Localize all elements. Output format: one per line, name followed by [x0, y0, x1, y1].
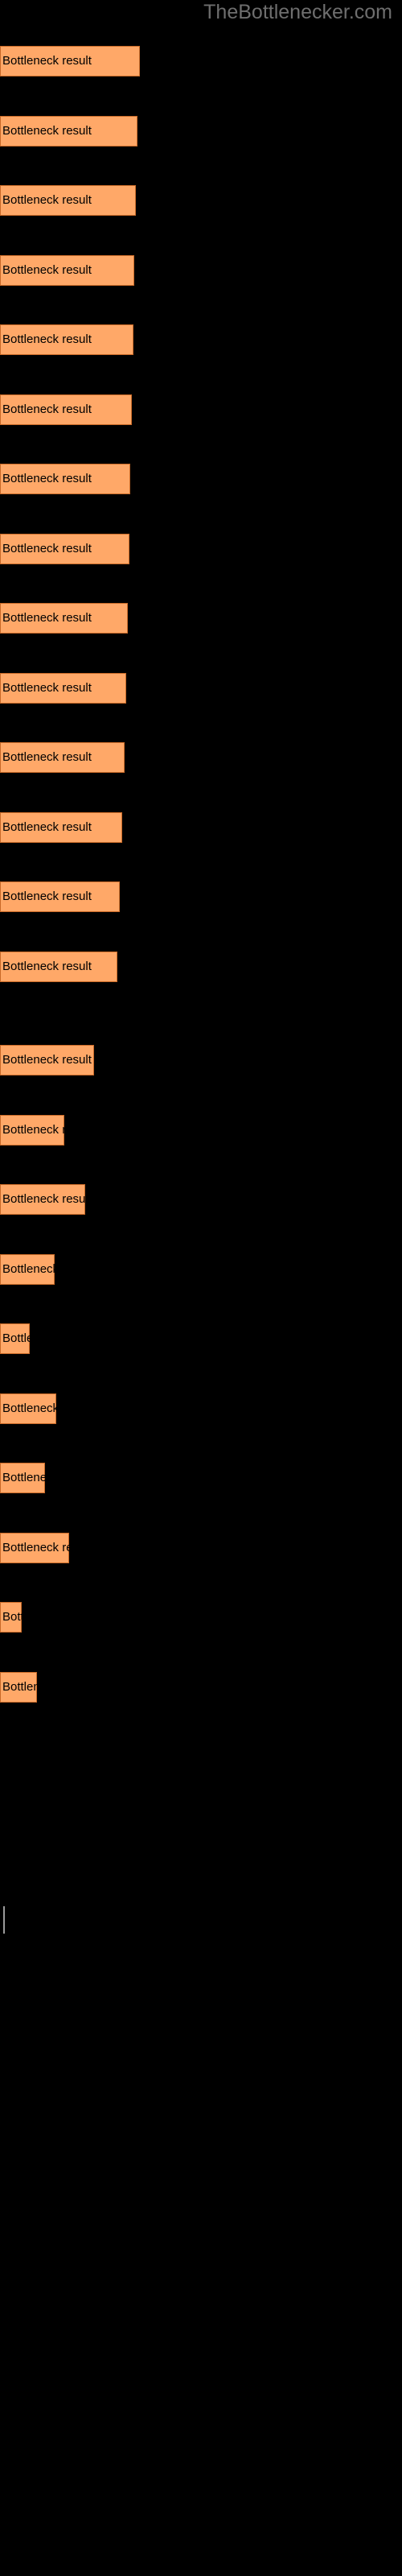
bar-label: Bottleneck result: [2, 124, 92, 138]
bar-label-clip: Bottleneck result: [0, 394, 132, 425]
bar-label-clip: Bottleneck result: [0, 812, 122, 843]
bar-label: Bottleneck result: [2, 890, 92, 903]
bar-label: Bottleneck result: [2, 681, 92, 695]
bar-label: Bottleneck result: [2, 960, 92, 973]
bar-label-clip: Bottleneck result: [0, 255, 134, 286]
bar-row[interactable]: Bottleneck result: [0, 1254, 55, 1285]
bar-label-clip: Bottleneck result: [0, 1323, 30, 1354]
bar-label: Bottleneck result: [2, 1680, 37, 1694]
bar-label-clip: Bottleneck result: [0, 1045, 94, 1075]
bar-label: Bottleneck result: [2, 1471, 45, 1484]
page-title: TheBottlenecker.com: [203, 1, 392, 23]
bar-label: Bottleneck result: [2, 820, 92, 834]
bar-label: Bottleneck result: [2, 54, 92, 68]
bar-row[interactable]: Bottleneck result: [0, 952, 117, 982]
bar-label: Bottleneck result: [2, 611, 92, 625]
bar-label-clip: Bottleneck result: [0, 1254, 55, 1285]
bar-label: Bottleneck result: [2, 332, 92, 346]
bar-label: Bottleneck result: [2, 472, 92, 485]
bar-label-clip: Bottleneck result: [0, 1533, 69, 1563]
bar-row[interactable]: Bottleneck result: [0, 116, 137, 147]
bar-row[interactable]: Bottleneck result: [0, 1533, 69, 1563]
bar-label: Bottleneck result: [2, 1123, 64, 1137]
bar-row[interactable]: Bottleneck result: [0, 1393, 56, 1424]
bar-row[interactable]: Bottleneck result: [0, 742, 125, 773]
bar-label-clip: Bottleneck result: [0, 46, 140, 76]
bar-label-clip: Bottleneck result: [0, 324, 133, 355]
bar-label-clip: Bottleneck result: [0, 1115, 64, 1146]
bar-label: Bottleneck result: [2, 1541, 69, 1554]
bar-label: Bottleneck result: [2, 1610, 22, 1624]
bar-label: Bottleneck result: [2, 1402, 56, 1415]
bar-label-clip: Bottleneck result: [0, 742, 125, 773]
bar-label-clip: Bottleneck result: [0, 1602, 22, 1633]
bar-label: Bottleneck result: [2, 1192, 85, 1206]
bar-row[interactable]: Bottleneck result: [0, 812, 122, 843]
bar-label: Bottleneck result: [2, 1053, 92, 1067]
bar-row[interactable]: Bottleneck result: [0, 185, 136, 216]
bar-row[interactable]: Bottleneck result: [0, 1672, 37, 1703]
bar-row[interactable]: Bottleneck result: [0, 1323, 30, 1354]
axis-tick-mark: [3, 1906, 5, 1934]
bar-label: Bottleneck result: [2, 402, 92, 416]
bar-row[interactable]: Bottleneck result: [0, 534, 129, 564]
bar-row[interactable]: Bottleneck result: [0, 394, 132, 425]
bar-label: Bottleneck result: [2, 542, 92, 555]
bar-row[interactable]: Bottleneck result: [0, 1184, 85, 1215]
bar-label-clip: Bottleneck result: [0, 603, 128, 634]
bar-row[interactable]: Bottleneck result: [0, 46, 140, 76]
bar-label: Bottleneck result: [2, 1262, 55, 1276]
bar-row[interactable]: Bottleneck result: [0, 1463, 45, 1493]
bar-label: Bottleneck result: [2, 1331, 30, 1345]
bar-row[interactable]: Bottleneck result: [0, 324, 133, 355]
bar-label-clip: Bottleneck result: [0, 673, 126, 704]
bar-label-clip: Bottleneck result: [0, 534, 129, 564]
bar-label-clip: Bottleneck result: [0, 952, 117, 982]
bar-row[interactable]: Bottleneck result: [0, 1602, 22, 1633]
bar-label-clip: Bottleneck result: [0, 464, 130, 494]
bar-label-clip: Bottleneck result: [0, 1184, 85, 1215]
bar-label-clip: Bottleneck result: [0, 1393, 56, 1424]
bar-row[interactable]: Bottleneck result: [0, 1045, 94, 1075]
bar-label-clip: Bottleneck result: [0, 1672, 37, 1703]
bar-row[interactable]: Bottleneck result: [0, 255, 134, 286]
bar-label-clip: Bottleneck result: [0, 185, 136, 216]
bar-label-clip: Bottleneck result: [0, 881, 120, 912]
bar-label-clip: Bottleneck result: [0, 116, 137, 147]
bar-row[interactable]: Bottleneck result: [0, 603, 128, 634]
bar-row[interactable]: Bottleneck result: [0, 464, 130, 494]
bar-label: Bottleneck result: [2, 750, 92, 764]
bar-row[interactable]: Bottleneck result: [0, 673, 126, 704]
bar-label: Bottleneck result: [2, 193, 92, 207]
bar-label: Bottleneck result: [2, 263, 92, 277]
bar-label-clip: Bottleneck result: [0, 1463, 45, 1493]
bar-row[interactable]: Bottleneck result: [0, 881, 120, 912]
bottleneck-chart-page: TheBottlenecker.com Bottleneck result Bot…: [0, 0, 402, 2576]
bar-row[interactable]: Bottleneck result: [0, 1115, 64, 1146]
